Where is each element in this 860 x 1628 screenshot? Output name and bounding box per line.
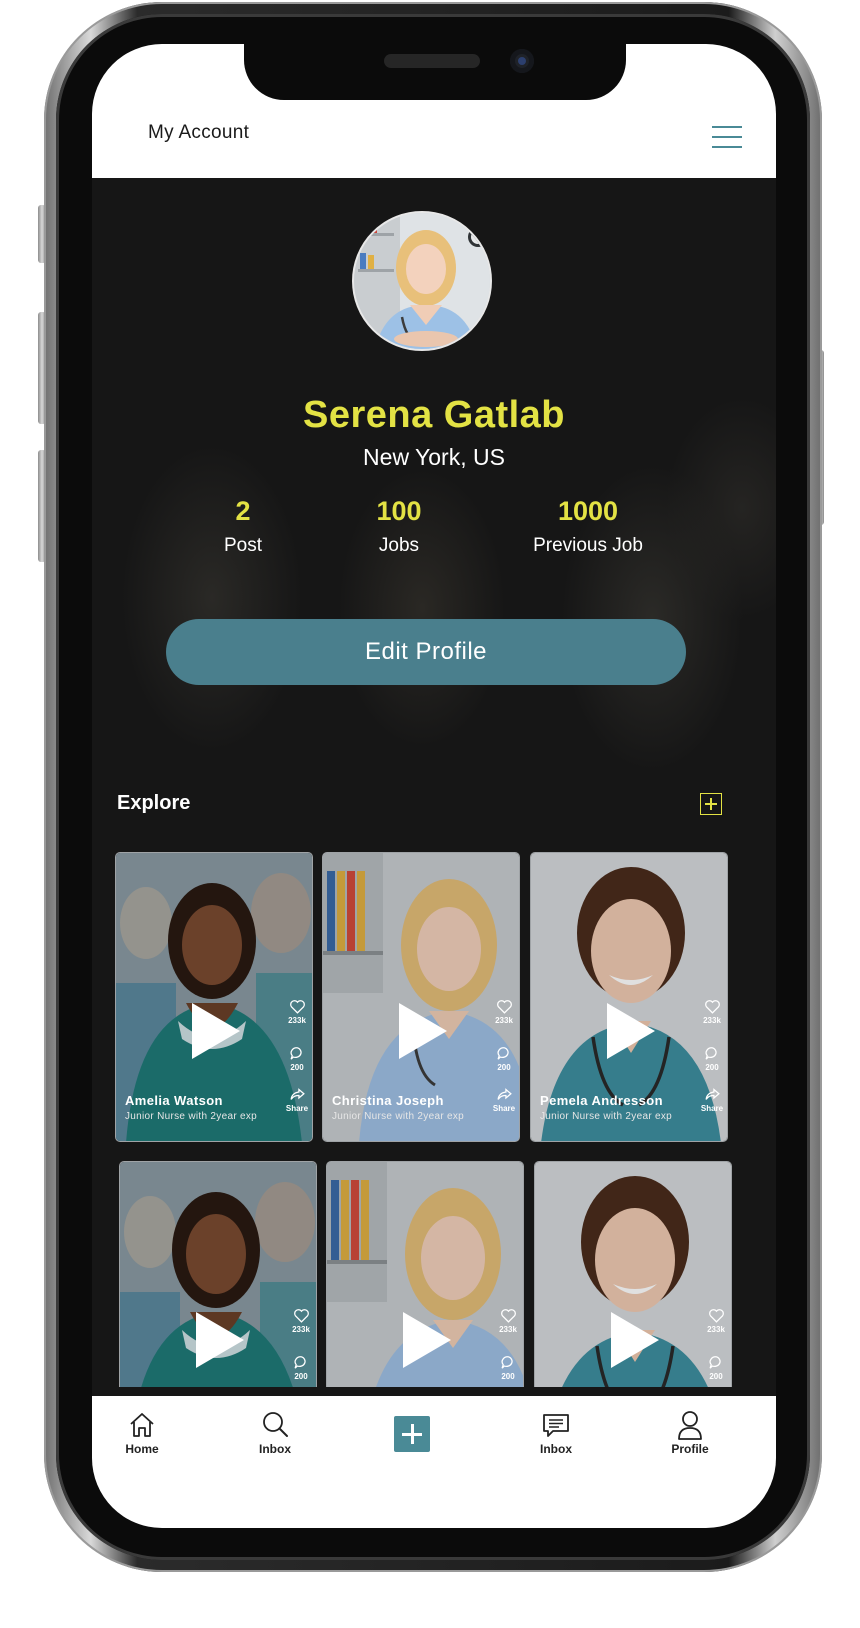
video-card[interactable]: 233k 200 Share Amelia Watson Junior Nurs…	[115, 852, 313, 1142]
share-action[interactable]: Share	[699, 1086, 725, 1113]
card-subtitle: Junior Nurse with 2year exp	[540, 1111, 673, 1122]
play-icon[interactable]	[403, 1312, 451, 1368]
comment-icon	[501, 1356, 513, 1369]
comment-icon	[497, 1047, 509, 1060]
card-subtitle: Junior Nurse with 2year exp	[125, 1111, 258, 1122]
stat-value: 1000	[557, 496, 619, 526]
front-camera	[510, 49, 534, 73]
comment-icon	[709, 1356, 721, 1369]
like-count: 233k	[703, 1016, 721, 1025]
like-action[interactable]: 233k	[703, 1307, 729, 1334]
heart-icon	[293, 1309, 309, 1323]
comment-action[interactable]: 200	[495, 1354, 521, 1381]
comment-icon	[705, 1047, 717, 1060]
comment-action[interactable]: 200	[288, 1354, 314, 1381]
avatar[interactable]	[352, 211, 492, 351]
like-count: 233k	[499, 1325, 517, 1334]
phone-screen: My Account Serena Gatlab New York, US 2 …	[92, 44, 776, 1528]
hamburger-menu-icon[interactable]	[712, 126, 742, 148]
nav-search[interactable]: Inbox	[235, 1410, 315, 1456]
profile-name: Serena Gatlab	[302, 394, 566, 436]
search-icon	[263, 1412, 288, 1437]
user-icon	[678, 1411, 702, 1440]
notch	[244, 44, 626, 100]
like-action[interactable]: 233k	[491, 998, 517, 1025]
like-action[interactable]: 233k	[284, 998, 310, 1025]
heart-icon	[289, 1000, 305, 1014]
bottom-nav: Home Inbox Inbox Profile	[92, 1396, 776, 1528]
comment-icon	[290, 1047, 302, 1060]
plus-square-icon[interactable]	[700, 793, 722, 815]
comment-count: 200	[290, 1063, 304, 1072]
nav-label: Inbox	[259, 1442, 291, 1456]
card-title: Amelia Watson	[125, 1093, 223, 1108]
comment-count: 200	[709, 1372, 723, 1381]
share-icon	[704, 1088, 720, 1100]
share-icon	[496, 1088, 512, 1100]
heart-icon	[496, 1000, 512, 1014]
nav-label: Inbox	[540, 1442, 572, 1456]
video-card[interactable]: 233k 200	[119, 1161, 317, 1387]
nav-label: Home	[125, 1442, 159, 1456]
like-count: 233k	[707, 1325, 725, 1334]
share-icon	[289, 1088, 305, 1100]
share-label: Share	[700, 1104, 724, 1113]
comment-count: 200	[497, 1063, 511, 1072]
nav-label: Profile	[671, 1442, 709, 1456]
stat-posts[interactable]: 2 Post	[163, 496, 323, 557]
comment-action[interactable]: 200	[703, 1354, 729, 1381]
add-icon[interactable]	[394, 1416, 430, 1452]
stat-value: 100	[376, 496, 422, 526]
card-subtitle: Junior Nurse with 2year exp	[332, 1111, 465, 1122]
like-action[interactable]: 233k	[495, 1307, 521, 1334]
play-icon[interactable]	[611, 1312, 659, 1368]
like-count: 233k	[495, 1016, 513, 1025]
comment-count: 200	[705, 1063, 719, 1072]
nav-home[interactable]: Home	[102, 1410, 182, 1456]
comment-count: 200	[501, 1372, 515, 1381]
stat-previous-jobs[interactable]: 1000 Previous Job	[508, 496, 668, 557]
message-icon	[543, 1414, 569, 1437]
share-action[interactable]: Share	[284, 1086, 310, 1113]
comment-count: 200	[294, 1372, 308, 1381]
card-title: Pemela Andresson	[540, 1093, 663, 1108]
nav-inbox[interactable]: Inbox	[516, 1410, 596, 1456]
video-card[interactable]: 233k 200	[534, 1161, 732, 1387]
profile-location: New York, US	[363, 444, 505, 470]
play-icon[interactable]	[192, 1003, 240, 1059]
video-card[interactable]: 233k 200 Share Christina Joseph Junior N…	[322, 852, 520, 1142]
page-title: My Account	[148, 122, 250, 143]
stat-label: Jobs	[378, 535, 420, 556]
explore-heading: Explore	[117, 792, 191, 814]
comment-icon	[294, 1356, 306, 1369]
card-title: Christina Joseph	[332, 1093, 444, 1108]
edit-profile-button[interactable]: Edit Profile	[166, 619, 686, 685]
heart-icon	[500, 1309, 516, 1323]
nav-profile[interactable]: Profile	[650, 1410, 730, 1456]
comment-action[interactable]: 200	[284, 1045, 310, 1072]
play-icon[interactable]	[196, 1312, 244, 1368]
play-icon[interactable]	[607, 1003, 655, 1059]
like-action[interactable]: 233k	[699, 998, 725, 1025]
video-card[interactable]: 233k 200 Share Pemela Andresson Junior N…	[530, 852, 728, 1142]
stat-value: 2	[235, 496, 251, 526]
speaker-grille	[384, 54, 480, 68]
comment-action[interactable]: 200	[491, 1045, 517, 1072]
like-action[interactable]: 233k	[288, 1307, 314, 1334]
play-icon[interactable]	[399, 1003, 447, 1059]
stat-label: Post	[223, 535, 263, 556]
comment-action[interactable]: 200	[699, 1045, 725, 1072]
like-count: 233k	[292, 1325, 310, 1334]
share-label: Share	[492, 1104, 516, 1113]
home-icon	[130, 1413, 154, 1437]
heart-icon	[708, 1309, 724, 1323]
heart-icon	[704, 1000, 720, 1014]
video-card[interactable]: 233k 200	[326, 1161, 524, 1387]
like-count: 233k	[288, 1016, 306, 1025]
share-action[interactable]: Share	[491, 1086, 517, 1113]
stat-label: Previous Job	[533, 535, 643, 556]
share-label: Share	[285, 1104, 309, 1113]
stat-jobs[interactable]: 100 Jobs	[319, 496, 479, 557]
